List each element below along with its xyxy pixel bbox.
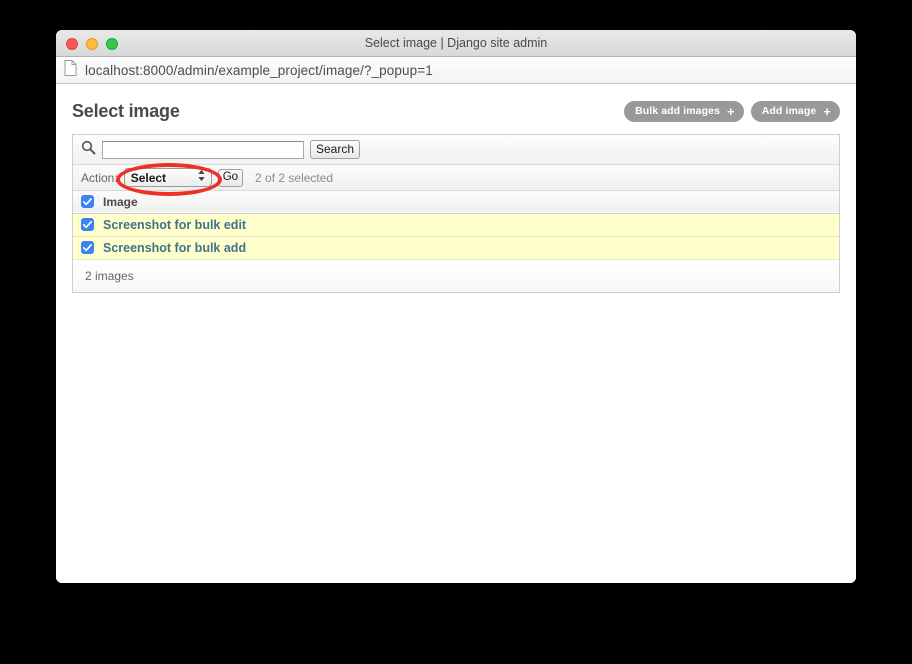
row-checkbox[interactable] <box>81 241 94 254</box>
window-title-bar: Select image | Django site admin <box>56 30 856 57</box>
search-icon <box>81 140 96 160</box>
plus-icon: + <box>727 103 735 119</box>
select-all-header <box>73 191 101 213</box>
results-table-head: Image <box>73 191 839 213</box>
plus-icon: + <box>823 103 831 119</box>
select-all-checkbox[interactable] <box>81 195 94 209</box>
results-table-body: Screenshot for bulk edit Screenshot for … <box>73 213 839 259</box>
action-label: Action: <box>81 170 118 185</box>
action-select-wrapper: Select Delete selected images <box>115 163 222 196</box>
action-go-button[interactable]: Go <box>217 168 244 187</box>
changelist-module: Search Action: Select Delete selected im… <box>72 134 840 293</box>
search-input[interactable] <box>102 140 304 159</box>
search-toolbar: Search <box>73 135 839 165</box>
url-text: localhost:8000/admin/example_project/ima… <box>85 62 433 78</box>
page-header: Select image Bulk add images + Add image… <box>72 98 840 124</box>
bulk-add-images-button[interactable]: Bulk add images + <box>624 100 744 122</box>
page-content: Select image Bulk add images + Add image… <box>56 84 856 583</box>
results-table: Image Screenshot for bulk edit Screensho… <box>73 191 839 260</box>
paginator: 2 images <box>73 259 839 292</box>
column-header-image[interactable]: Image <box>101 191 839 213</box>
action-counter: 2 of 2 selected <box>255 170 334 185</box>
paginator-count: 2 images <box>85 268 134 283</box>
window-title: Select image | Django site admin <box>364 36 548 50</box>
url-bar[interactable]: localhost:8000/admin/example_project/ima… <box>56 57 856 84</box>
browser-window: Select image | Django site admin localho… <box>56 30 856 583</box>
actions-bar: Action: Select Delete selected images G <box>73 163 839 196</box>
row-name-cell: Screenshot for bulk add <box>101 236 839 259</box>
add-image-button[interactable]: Add image + <box>750 100 840 122</box>
image-link-bulk-edit[interactable]: Screenshot for bulk edit <box>103 218 246 232</box>
row-name-cell: Screenshot for bulk edit <box>101 213 839 236</box>
table-row: Screenshot for bulk add <box>73 236 839 259</box>
row-select-cell <box>73 236 101 259</box>
page-title: Select image <box>72 100 180 121</box>
add-image-label: Add image <box>761 105 817 117</box>
page-document-icon <box>64 59 77 81</box>
row-checkbox[interactable] <box>81 218 94 231</box>
search-submit-button[interactable]: Search <box>310 140 361 159</box>
action-select[interactable]: Select Delete selected images <box>123 168 212 187</box>
object-tools: Bulk add images + Add image + <box>624 100 840 122</box>
image-link-bulk-add[interactable]: Screenshot for bulk add <box>103 241 246 255</box>
bulk-add-images-label: Bulk add images <box>635 105 721 117</box>
table-header-row: Image <box>73 191 839 213</box>
row-select-cell <box>73 213 101 236</box>
table-row: Screenshot for bulk edit <box>73 213 839 236</box>
